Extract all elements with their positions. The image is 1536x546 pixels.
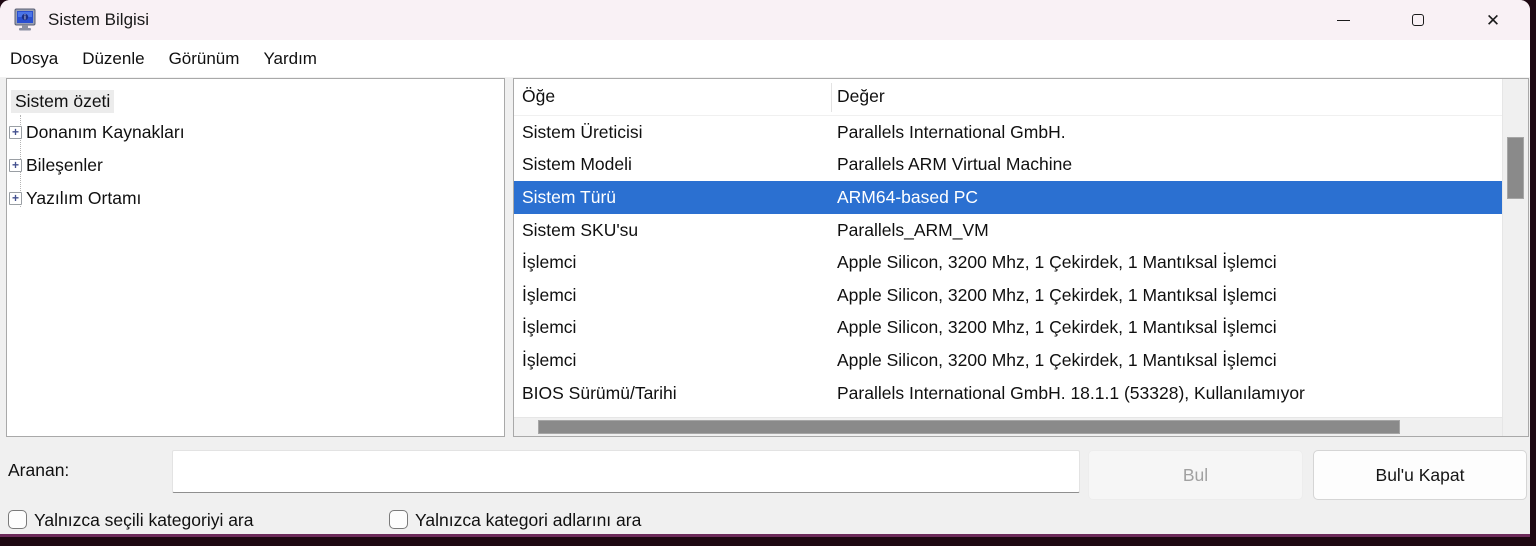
column-header-value[interactable]: Değer <box>837 86 885 107</box>
menu-bar: Dosya Düzenle Görünüm Yardım <box>0 40 1530 78</box>
vertical-scrollbar[interactable] <box>1502 79 1528 436</box>
close-find-button[interactable]: Bul'u Kapat <box>1313 450 1527 500</box>
checkbox-search-category-names[interactable] <box>389 510 408 529</box>
row-item: BIOS Sürümü/Tarihi <box>522 382 677 403</box>
tree-item-label: Sistem özeti <box>11 89 115 113</box>
tree-item-label: Yazılım Ortamı <box>26 188 142 208</box>
table-row[interactable]: BIOS Sürümü/Tarihi Parallels Internation… <box>514 377 1502 410</box>
menu-edit[interactable]: Düzenle <box>70 49 156 69</box>
tree-item-system-summary[interactable]: Sistem özeti <box>11 86 504 116</box>
category-tree-panel: Sistem özeti + Donanım Kaynakları + Bile… <box>6 78 505 437</box>
horizontal-scrollbar-thumb[interactable] <box>538 420 1400 434</box>
search-label: Aranan: <box>8 460 70 480</box>
row-value: Apple Silicon, 3200 Mhz, 1 Çekirdek, 1 M… <box>837 317 1277 338</box>
menu-view[interactable]: Görünüm <box>157 49 252 69</box>
table-row[interactable]: İşlemci Apple Silicon, 3200 Mhz, 1 Çekir… <box>514 344 1502 377</box>
list-header: Öğe Değer <box>514 79 1502 116</box>
checkbox-search-selected-category[interactable] <box>8 510 27 529</box>
table-row-selected[interactable]: Sistem Türü ARM64-based PC <box>514 181 1502 214</box>
svg-text:i: i <box>24 14 26 22</box>
minimize-icon <box>1336 19 1350 21</box>
tree-item-hardware-resources[interactable]: + Donanım Kaynakları <box>7 116 504 149</box>
column-header-item[interactable]: Öğe <box>522 86 555 107</box>
row-value: Parallels_ARM_VM <box>837 219 989 240</box>
checkbox-label-category-names: Yalnızca kategori adlarını ara <box>415 510 642 530</box>
expand-plus-icon[interactable]: + <box>9 126 22 139</box>
row-item: İşlemci <box>522 349 577 370</box>
row-item: İşlemci <box>522 317 577 338</box>
tree-item-label: Donanım Kaynakları <box>26 122 185 142</box>
table-row[interactable]: İşlemci Apple Silicon, 3200 Mhz, 1 Çekir… <box>514 246 1502 279</box>
row-item: Sistem Modeli <box>522 154 632 175</box>
menu-file[interactable]: Dosya <box>0 49 70 69</box>
search-input[interactable] <box>172 450 1080 493</box>
expand-plus-icon[interactable]: + <box>9 159 22 172</box>
tree-item-software-environment[interactable]: + Yazılım Ortamı <box>7 182 504 215</box>
title-bar: i Sistem Bilgisi ✕ <box>0 0 1530 40</box>
checkbox-label-selected-category: Yalnızca seçili kategoriyi ara <box>34 510 254 530</box>
row-value: ARM64-based PC <box>837 186 979 207</box>
search-options-row: Yalnızca seçili kategoriyi ara Yalnızca … <box>0 508 1530 534</box>
row-value: Apple Silicon, 3200 Mhz, 1 Çekirdek, 1 M… <box>837 284 1277 305</box>
list-body: Sistem Üreticisi Parallels International… <box>514 116 1502 409</box>
row-item: İşlemci <box>522 252 577 273</box>
window-title: Sistem Bilgisi <box>48 10 150 29</box>
table-row[interactable]: Sistem Üreticisi Parallels International… <box>514 116 1502 149</box>
row-item: Sistem Türü <box>522 186 617 207</box>
table-row[interactable]: İşlemci Apple Silicon, 3200 Mhz, 1 Çekir… <box>514 312 1502 345</box>
table-row[interactable]: Sistem SKU'su Parallels_ARM_VM <box>514 214 1502 247</box>
row-item: İşlemci <box>522 284 577 305</box>
system-info-window: i Sistem Bilgisi ✕ Dosya Düzenle Görünüm… <box>0 0 1530 537</box>
row-item: Sistem SKU'su <box>522 219 639 240</box>
tree-item-label: Bileşenler <box>26 155 103 175</box>
details-list-panel: Öğe Değer Sistem Üreticisi Parallels Int… <box>513 78 1529 437</box>
row-item: Sistem Üreticisi <box>522 121 643 142</box>
row-value: Parallels International GmbH. <box>837 121 1066 142</box>
close-icon: ✕ <box>1485 10 1501 30</box>
close-button[interactable]: ✕ <box>1470 0 1516 40</box>
vertical-scrollbar-thumb[interactable] <box>1507 137 1524 199</box>
table-row[interactable]: Sistem Modeli Parallels ARM Virtual Mach… <box>514 149 1502 182</box>
row-value: Parallels International GmbH. 18.1.1 (53… <box>837 382 1305 403</box>
window-controls: ✕ <box>1291 0 1516 40</box>
horizontal-scrollbar[interactable] <box>514 417 1502 436</box>
maximize-button[interactable] <box>1395 0 1441 40</box>
menu-help[interactable]: Yardım <box>251 49 329 69</box>
system-info-app-icon: i <box>14 8 36 31</box>
column-divider[interactable] <box>831 83 832 112</box>
tree-item-components[interactable]: + Bileşenler <box>7 149 504 182</box>
row-value: Apple Silicon, 3200 Mhz, 1 Çekirdek, 1 M… <box>837 349 1277 370</box>
maximize-icon <box>1412 14 1424 26</box>
minimize-button[interactable] <box>1320 0 1366 40</box>
find-button-disabled[interactable]: Bul <box>1088 450 1303 500</box>
table-row[interactable]: İşlemci Apple Silicon, 3200 Mhz, 1 Çekir… <box>514 279 1502 312</box>
expand-plus-icon[interactable]: + <box>9 192 22 205</box>
row-value: Parallels ARM Virtual Machine <box>837 154 1073 175</box>
row-value: Apple Silicon, 3200 Mhz, 1 Çekirdek, 1 M… <box>837 252 1277 273</box>
